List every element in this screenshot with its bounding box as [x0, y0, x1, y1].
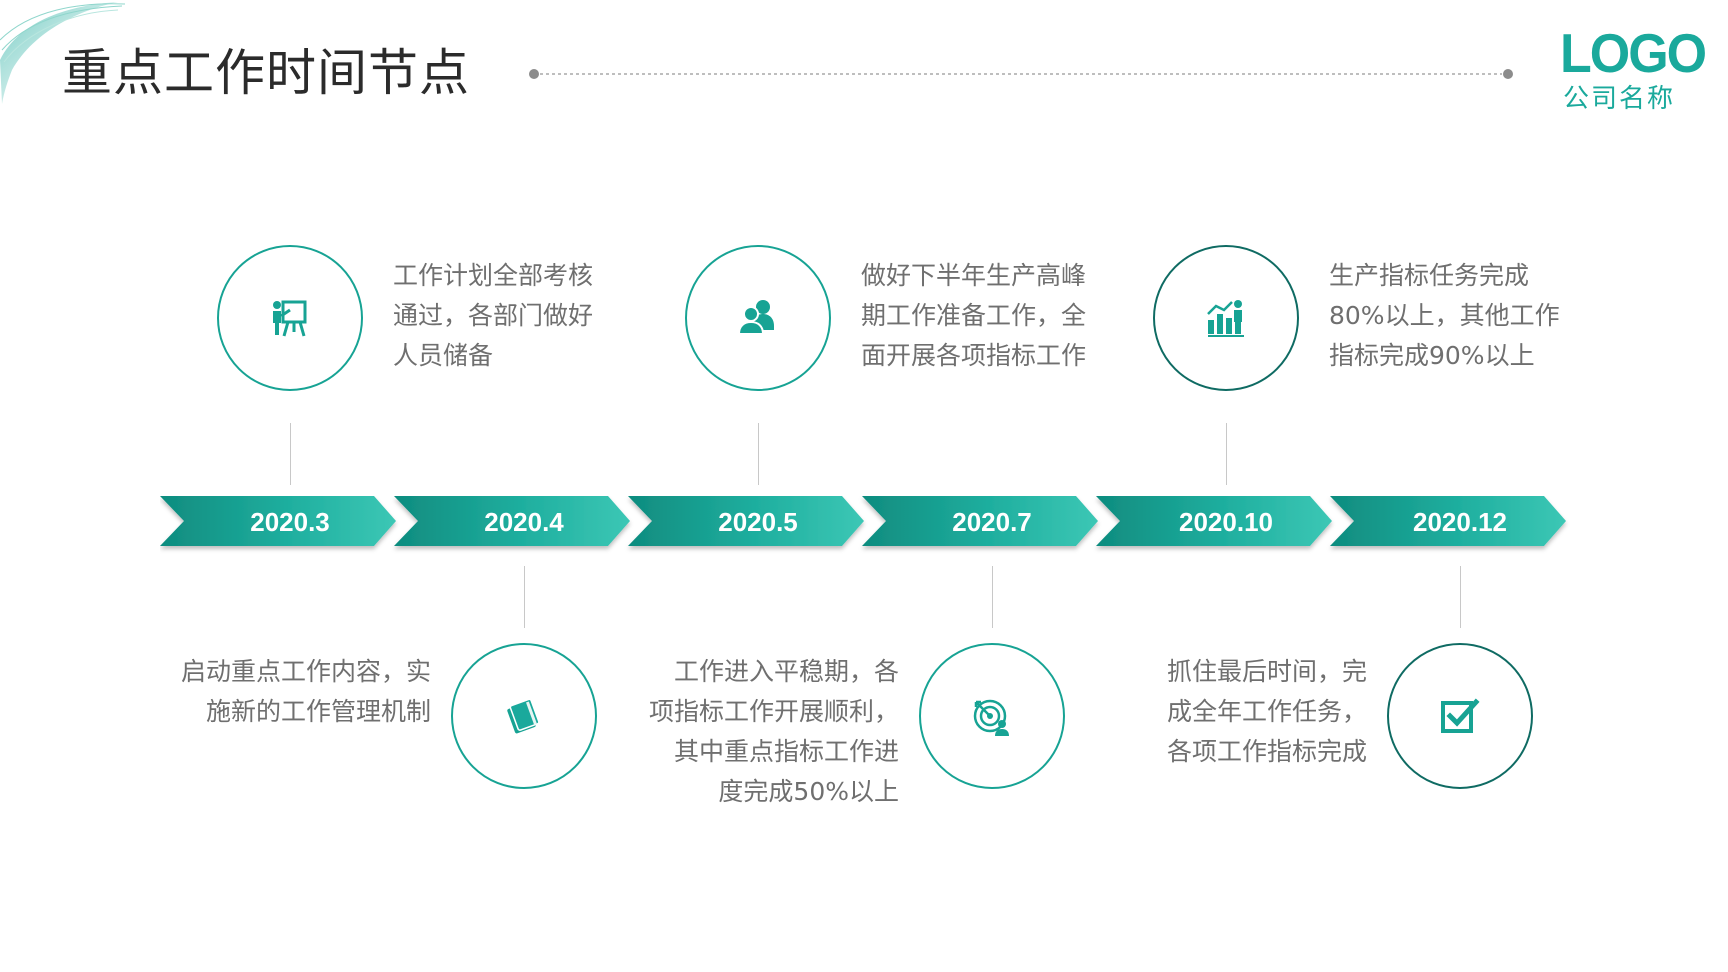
description-line: 启动重点工作内容，实	[180, 657, 431, 686]
milestone-circle	[217, 245, 363, 391]
description-line: 其中重点指标工作进	[673, 737, 899, 766]
description-line: 成全年工作任务，	[1166, 697, 1367, 726]
company-name: 公司名称	[1562, 84, 1675, 114]
milestone-description: 工作进入平稳期，各项指标工作开展顺利， 其中重点指标工作进度完成50%以上	[649, 652, 899, 812]
timeline-date: 2020.12	[1413, 507, 1507, 537]
description-line: 期工作准备工作，全	[861, 301, 1087, 330]
growth-chart-icon	[1204, 296, 1248, 340]
page-title: 重点工作时间节点	[62, 44, 470, 102]
timeline-date: 2020.10	[1179, 507, 1273, 537]
team-icon	[736, 296, 780, 340]
description-line: 面开展各项指标工作	[861, 341, 1087, 370]
checkbox-icon	[1438, 694, 1482, 738]
milestone-circle	[1153, 245, 1299, 391]
milestone-description: 工作计划全部考核 通过，各部门做好 人员储备	[393, 256, 593, 376]
milestone-description: 抓住最后时间，完 成全年工作任务， 各项工作指标完成	[1167, 652, 1367, 772]
timeline-date: 2020.4	[484, 507, 564, 537]
timeline-date: 2020.7	[952, 507, 1032, 537]
milestone-description: 生产指标任务完成 80%以上，其他工作 指标完成90%以上	[1329, 256, 1560, 376]
description-line: 项指标工作开展顺利，	[648, 697, 899, 726]
connector-line	[992, 566, 993, 628]
timeline-date: 2020.5	[718, 507, 798, 537]
company-logo: LOGO 公司名称	[1560, 23, 1707, 116]
connector-line	[1226, 423, 1227, 485]
description-line: 人员储备	[393, 341, 494, 370]
connector-line	[758, 423, 759, 485]
description-line: 工作进入平稳期，各	[673, 657, 899, 686]
milestone-circle	[685, 245, 831, 391]
milestone-circle	[451, 643, 597, 789]
description-line: 生产指标任务完成	[1329, 261, 1530, 290]
milestone-circle	[1387, 643, 1533, 789]
connector-line	[524, 566, 525, 628]
description-line: 做好下半年生产高峰	[861, 261, 1087, 290]
milestone-circle	[919, 643, 1065, 789]
connector-line	[290, 423, 291, 485]
logo-mark: LOGO	[1560, 23, 1707, 85]
milestone-description: 做好下半年生产高峰 期工作准备工作，全 面开展各项指标工作	[861, 256, 1086, 376]
milestone-description: 启动重点工作内容，实施新的工作管理机制	[181, 652, 431, 732]
description-line: 80%以上，其他工作	[1329, 301, 1560, 330]
description-line: 工作计划全部考核	[393, 261, 594, 290]
timeline-date: 2020.3	[250, 507, 330, 537]
book-icon	[502, 694, 546, 738]
description-line: 通过，各部门做好	[393, 301, 594, 330]
presentation-icon	[268, 296, 312, 340]
description-line: 各项工作指标完成	[1166, 737, 1367, 766]
target-icon	[970, 694, 1014, 738]
description-line: 指标完成90%以上	[1329, 341, 1535, 370]
description-line: 施新的工作管理机制	[205, 697, 431, 726]
header-divider	[529, 69, 1513, 79]
connector-line	[1460, 566, 1461, 628]
description-line: 抓住最后时间，完	[1166, 657, 1367, 686]
description-line: 度完成50%以上	[718, 777, 899, 806]
